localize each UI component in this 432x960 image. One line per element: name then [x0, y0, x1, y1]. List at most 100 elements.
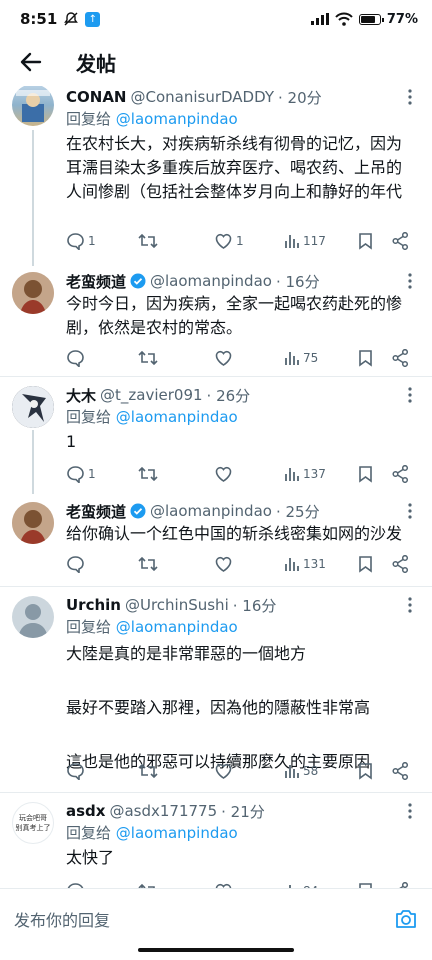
home-indicator[interactable] [138, 948, 294, 952]
reply-button[interactable]: 1 [66, 232, 96, 250]
author-name[interactable]: 老蛮频道 [66, 271, 126, 292]
views-chart-icon [285, 765, 299, 778]
reply-mention[interactable]: @laomanpindao [116, 824, 238, 842]
share-button[interactable] [392, 232, 409, 250]
reply-input[interactable]: 发布你的回复 [14, 907, 394, 931]
tweet-asdx[interactable]: 玩会吧哥 别真考上了 asdx @asdx171775 · 21分 回复给 @l… [0, 800, 432, 888]
reply-mention[interactable]: @laomanpindao [116, 618, 238, 636]
share-button[interactable] [392, 762, 409, 780]
reply-to-line: 回复给 @laomanpindao [66, 408, 238, 426]
reply-button[interactable]: 1 [66, 465, 96, 483]
bookmark-button[interactable] [358, 762, 373, 780]
author-handle[interactable]: @laomanpindao [150, 502, 272, 520]
reply-mention[interactable]: @laomanpindao [116, 408, 238, 426]
reply-count: 1 [88, 467, 96, 481]
bookmark-button[interactable] [358, 349, 373, 367]
verified-badge-icon [130, 503, 146, 519]
tweet-conan[interactable]: CONAN @ConanisurDADDY · 20分 回复给 @laomanp… [0, 86, 432, 266]
author-handle[interactable]: @ConanisurDADDY [130, 88, 274, 106]
author-handle[interactable]: @asdx171775 [109, 802, 217, 820]
author-name[interactable]: 老蛮频道 [66, 501, 126, 522]
views-button[interactable]: 75 [284, 350, 318, 366]
views-button[interactable]: 117 [284, 233, 326, 249]
tweet-time: · 21分 [221, 802, 265, 821]
tweet-actions: 58 [66, 760, 412, 782]
retweet-button[interactable] [138, 349, 158, 367]
views-chart-icon [285, 468, 299, 481]
retweet-button[interactable] [138, 465, 158, 483]
share-icon [392, 465, 409, 483]
reply-button[interactable] [66, 555, 85, 573]
reply-icon [67, 350, 84, 367]
reply-button[interactable] [66, 349, 85, 367]
share-icon [392, 555, 409, 573]
tweet-time: · 26分 [206, 386, 251, 405]
reply-feed: CONAN @ConanisurDADDY · 20分 回复给 @laomanp… [0, 86, 432, 888]
avatar[interactable] [12, 596, 54, 638]
avatar[interactable] [12, 502, 54, 544]
views-button[interactable]: 137 [284, 466, 326, 482]
tweet-actions: 131 [66, 553, 412, 575]
bookmark-button[interactable] [358, 232, 373, 250]
tweet-laomanpindao-1[interactable]: 老蛮频道 @laomanpindao · 16分 今时今日，因为疾病，全家一起喝… [0, 270, 432, 370]
avatar[interactable]: 玩会吧哥 别真考上了 [12, 802, 54, 844]
more-dots-icon [408, 597, 412, 613]
retweet-icon [138, 233, 158, 249]
bookmark-button[interactable] [358, 465, 373, 483]
more-options-button[interactable] [402, 384, 418, 406]
share-button[interactable] [392, 465, 409, 483]
like-button[interactable]: 1 [214, 232, 244, 250]
like-button[interactable] [214, 349, 233, 367]
retweet-button[interactable] [138, 555, 158, 573]
more-options-button[interactable] [402, 270, 418, 292]
author-name[interactable]: CONAN [66, 88, 126, 106]
more-options-button[interactable] [402, 500, 418, 522]
bookmark-icon [359, 350, 372, 367]
author-name[interactable]: 大木 [66, 385, 96, 406]
views-button[interactable]: 58 [284, 763, 318, 779]
tweet-damu[interactable]: 大木 @t_zavier091 · 26分 回复给 @laomanpindao … [0, 384, 432, 494]
like-button[interactable] [214, 555, 233, 573]
views-chart-icon [285, 235, 299, 248]
views-chart-icon [285, 558, 299, 571]
more-options-button[interactable] [402, 594, 418, 616]
retweet-button[interactable] [138, 762, 158, 780]
avatar[interactable] [12, 86, 54, 126]
bookmark-icon [359, 556, 372, 573]
avatar[interactable] [12, 272, 54, 314]
share-button[interactable] [392, 555, 409, 573]
author-name[interactable]: asdx [66, 802, 105, 820]
views-button[interactable]: 131 [284, 556, 326, 572]
tweet-text: 今时今日，因为疾病，全家一起喝农药赴死的惨剧，依然是农村的常态。 [66, 294, 403, 337]
status-bar: 8:51 ↑ 77% [0, 0, 432, 38]
reply-button[interactable] [66, 762, 85, 780]
camera-icon[interactable] [394, 907, 418, 931]
divider [0, 586, 432, 587]
view-count: 75 [303, 351, 319, 365]
divider [0, 376, 432, 377]
share-button[interactable] [392, 349, 409, 367]
more-options-button[interactable] [402, 800, 418, 822]
like-button[interactable] [214, 762, 233, 780]
tweet-text: 给你确认一个红色中国的斩杀线密集如网的沙发 [66, 524, 403, 543]
share-icon [392, 232, 409, 250]
tweet-actions: 1 137 [66, 463, 412, 485]
bookmark-button[interactable] [358, 555, 373, 573]
author-name[interactable]: Urchin [66, 596, 121, 614]
more-options-button[interactable] [402, 86, 418, 108]
retweet-icon [138, 556, 158, 572]
heart-icon [215, 763, 232, 779]
author-handle[interactable]: @UrchinSushi [125, 596, 229, 614]
avatar[interactable] [12, 386, 54, 428]
author-handle[interactable]: @t_zavier091 [100, 386, 203, 404]
author-handle[interactable]: @laomanpindao [150, 272, 272, 290]
tweet-laomanpindao-2[interactable]: 老蛮频道 @laomanpindao · 25分 给你确认一个红色中国的斩杀线密… [0, 500, 432, 580]
reply-mention[interactable]: @laomanpindao [116, 110, 238, 128]
tweet-text: 1 [66, 432, 77, 451]
heart-icon [215, 466, 232, 482]
retweet-button[interactable] [138, 232, 158, 250]
retweet-icon [138, 350, 158, 366]
back-button[interactable] [16, 47, 46, 77]
like-button[interactable] [214, 465, 233, 483]
tweet-urchin[interactable]: Urchin @UrchinSushi · 16分 回复给 @laomanpin… [0, 594, 432, 786]
